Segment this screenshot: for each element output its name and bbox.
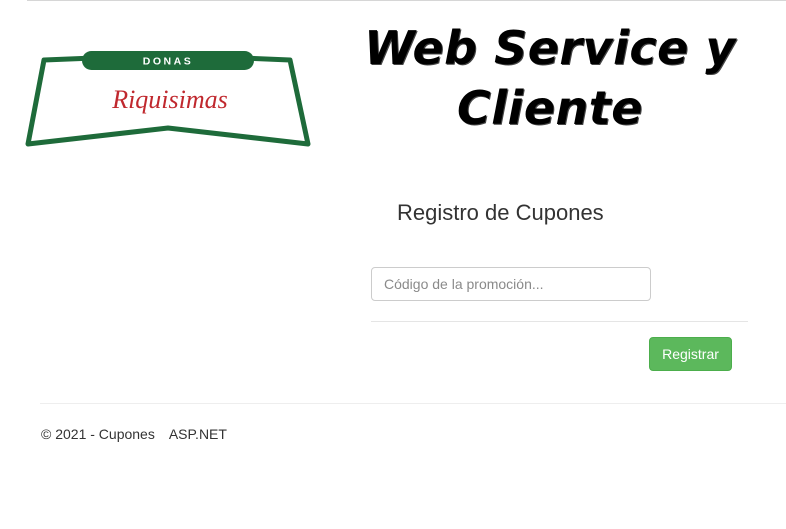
- form-divider: [371, 321, 748, 322]
- headline-line-2: Cliente: [457, 81, 643, 135]
- page-headline: Web Service y Cliente: [350, 18, 750, 138]
- footer-framework: ASP.NET: [168, 426, 227, 442]
- form-title: Registro de Cupones: [397, 200, 604, 225]
- footer-copyright: © 2021 - Cupones: [41, 426, 155, 442]
- donas-riquisimas-logo: DONAS Riquisimas: [25, 51, 311, 147]
- top-divider: [27, 0, 786, 1]
- logo-top-text: DONAS: [143, 56, 193, 68]
- register-button[interactable]: Registrar: [649, 337, 732, 371]
- logo-script-text: Riquisimas: [111, 85, 228, 114]
- headline-line-1: Web Service y: [364, 21, 736, 75]
- footer: © 2021 - Cupones ASP.NET: [41, 426, 227, 442]
- promo-code-input[interactable]: [371, 267, 651, 301]
- page: DONAS Riquisimas Web Service y Cliente R…: [0, 0, 786, 529]
- footer-divider: [40, 403, 786, 404]
